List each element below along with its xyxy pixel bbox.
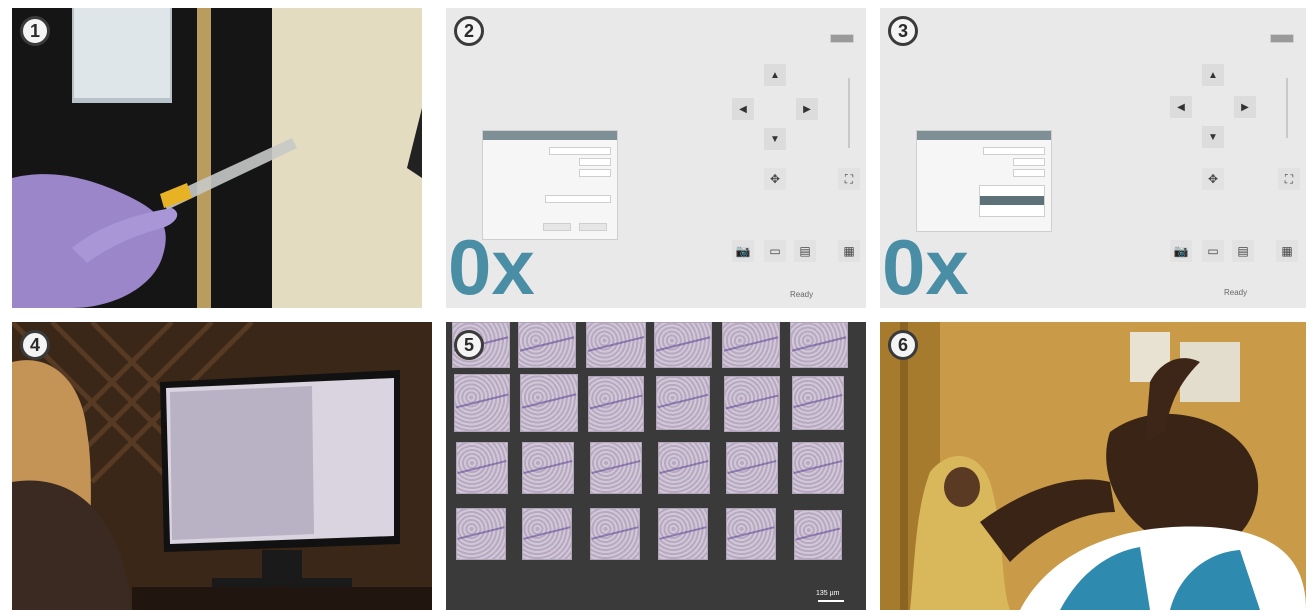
step-badge-2: 2 bbox=[454, 16, 484, 46]
tile-r2c3 bbox=[588, 376, 644, 432]
tile-r4c2 bbox=[522, 508, 572, 560]
software-screenshot-dropdown: ▲ ◀ ▶ ▼ ✥ ⛶ 📷 ▭ ▤ ▦ 0x Ready 3 bbox=[880, 8, 1306, 308]
video-icon-3[interactable]: ▭ bbox=[1202, 240, 1224, 262]
video-icon[interactable]: ▭ bbox=[764, 240, 786, 262]
monitor-illustration bbox=[12, 322, 432, 610]
tile-r4c6 bbox=[794, 510, 842, 560]
dialog-header bbox=[483, 131, 617, 140]
tile-r1c5 bbox=[722, 322, 780, 368]
step-badge-1: 1 bbox=[20, 16, 50, 46]
count-field[interactable] bbox=[579, 158, 611, 166]
slide-insertion-illustration bbox=[12, 8, 422, 308]
size-field[interactable] bbox=[579, 169, 611, 177]
tile-r2c5 bbox=[724, 376, 780, 432]
step-badge-3: 3 bbox=[888, 16, 918, 46]
cancel-button[interactable] bbox=[543, 223, 571, 231]
tile-r4c4 bbox=[658, 508, 708, 560]
size-field-3[interactable] bbox=[1013, 169, 1045, 177]
toggle-switch-3[interactable] bbox=[1270, 34, 1294, 43]
photo-taking-medication: 6 bbox=[880, 322, 1306, 610]
logo-text-3: 0x bbox=[882, 223, 969, 308]
fit-icon-3[interactable]: ⛶ bbox=[1278, 168, 1300, 190]
status-text: Ready bbox=[790, 290, 814, 299]
tile-r2c1 bbox=[454, 374, 510, 432]
micrograph-tiles: 135 µm 5 bbox=[446, 322, 866, 610]
sample-id-field-3[interactable] bbox=[983, 147, 1045, 155]
tile-r3c3 bbox=[590, 442, 642, 494]
scan-dialog-3 bbox=[916, 130, 1052, 232]
move-icon-3[interactable]: ✥ bbox=[1202, 168, 1224, 190]
tile-r4c5 bbox=[726, 508, 776, 560]
scan-icon[interactable]: ▤ bbox=[794, 240, 816, 262]
tile-r1c2 bbox=[518, 322, 576, 368]
move-icon[interactable]: ✥ bbox=[764, 168, 786, 190]
arrow-left-button[interactable]: ◀ bbox=[732, 98, 754, 120]
camera-icon-3[interactable]: 📷 bbox=[1170, 240, 1192, 262]
status-text-3: Ready bbox=[1224, 288, 1248, 297]
gallery-icon-3[interactable]: ▦ bbox=[1276, 240, 1298, 262]
mode-dropdown[interactable] bbox=[979, 185, 1045, 217]
step-badge-6: 6 bbox=[888, 330, 918, 360]
z-slider[interactable] bbox=[848, 78, 850, 148]
scale-bar-label: 135 µm bbox=[816, 590, 840, 597]
arrow-up-button[interactable]: ▲ bbox=[764, 64, 786, 86]
tile-r3c4 bbox=[658, 442, 710, 494]
arrow-up-button-3[interactable]: ▲ bbox=[1202, 64, 1224, 86]
fit-icon[interactable]: ⛶ bbox=[838, 168, 860, 190]
tile-r3c1 bbox=[456, 442, 508, 494]
camera-icon[interactable]: 📷 bbox=[732, 240, 754, 262]
tile-r1c4 bbox=[654, 322, 712, 368]
gallery-icon[interactable]: ▦ bbox=[838, 240, 860, 262]
step-badge-4: 4 bbox=[20, 330, 50, 360]
arrow-down-button[interactable]: ▼ bbox=[764, 128, 786, 150]
tile-r3c2 bbox=[522, 442, 574, 494]
tile-r2c6 bbox=[792, 376, 844, 430]
arrow-down-button-3[interactable]: ▼ bbox=[1202, 126, 1224, 148]
toggle-switch[interactable] bbox=[830, 34, 854, 43]
start-button[interactable] bbox=[579, 223, 607, 231]
tile-r2c4 bbox=[656, 376, 710, 430]
z-slider-3[interactable] bbox=[1286, 78, 1288, 138]
tile-r2c2 bbox=[520, 374, 578, 432]
scan-icon-3[interactable]: ▤ bbox=[1232, 240, 1254, 262]
photo-slide-insertion: 1 bbox=[12, 8, 422, 308]
tile-r4c1 bbox=[456, 508, 506, 560]
tile-r3c6 bbox=[792, 442, 844, 494]
arrow-right-button[interactable]: ▶ bbox=[796, 98, 818, 120]
tile-r3c5 bbox=[726, 442, 778, 494]
step-badge-5: 5 bbox=[454, 330, 484, 360]
mode-select[interactable] bbox=[545, 195, 611, 203]
sample-id-field[interactable] bbox=[549, 147, 611, 155]
count-field-3[interactable] bbox=[1013, 158, 1045, 166]
dialog-header-3 bbox=[917, 131, 1051, 140]
medication-illustration bbox=[880, 322, 1306, 610]
photo-monitor-viewing: 4 bbox=[12, 322, 432, 610]
scale-bar-line bbox=[818, 600, 844, 602]
tile-r4c3 bbox=[590, 508, 640, 560]
logo-text: 0x bbox=[448, 223, 535, 308]
software-screenshot-dialog: ▲ ◀ ▶ ▼ ✥ ⛶ 📷 ▭ ▤ ▦ 0x Ready 2 bbox=[446, 8, 866, 308]
arrow-right-button-3[interactable]: ▶ bbox=[1234, 96, 1256, 118]
tile-r1c6 bbox=[790, 322, 848, 368]
tile-r1c3 bbox=[586, 322, 646, 368]
arrow-left-button-3[interactable]: ◀ bbox=[1170, 96, 1192, 118]
